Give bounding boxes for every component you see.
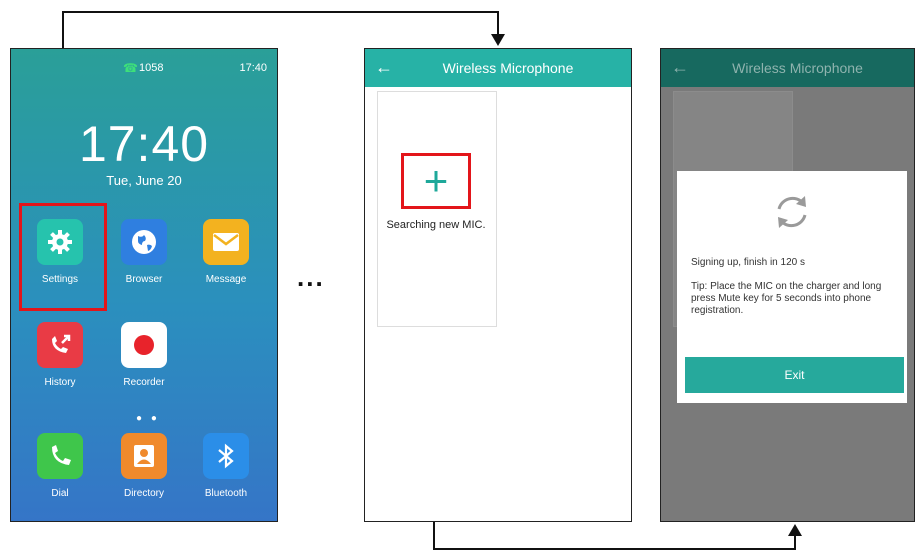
browser-app[interactable]: Browser (104, 219, 184, 285)
app-label: Recorder (123, 377, 165, 388)
registration-dialog-screen: ← Wireless Microphone Signing up, finish… (660, 48, 915, 522)
status-time: 17:40 (239, 62, 267, 74)
extension-number: 1058 (139, 62, 164, 74)
screen-title: Wireless Microphone (732, 60, 863, 76)
arrowhead-up (788, 524, 802, 536)
directory-app[interactable]: Directory (104, 433, 184, 499)
app-label: History (44, 377, 76, 388)
home-screen: ☎ 1058 17:40 17:40 Tue, June 20 Settings… (10, 48, 278, 522)
wireless-microphone-screen: ← Wireless Microphone + Searching new MI… (364, 48, 632, 522)
searching-text: Searching new MIC. (386, 219, 486, 231)
page-indicator: ● ● (136, 413, 160, 424)
contact-icon (121, 433, 167, 479)
settings-highlight (19, 203, 107, 311)
date: Tue, June 20 (106, 173, 182, 188)
mic-card[interactable] (377, 91, 497, 327)
message-app[interactable]: Message (186, 219, 266, 285)
app-label: Directory (123, 488, 164, 499)
record-icon (121, 322, 167, 368)
envelope-icon (203, 219, 249, 265)
app-label: Dial (51, 488, 69, 499)
title-bar: ← Wireless Microphone (365, 49, 631, 87)
signing-status: Signing up, finish in 120 s (691, 257, 805, 268)
screen-title: Wireless Microphone (442, 60, 574, 76)
title-bar: ← Wireless Microphone (661, 49, 914, 87)
missed-call-icon (37, 322, 83, 368)
add-highlight (401, 153, 471, 209)
phone-status-icon: ☎ (123, 61, 138, 75)
status-bar: ☎ 1058 17:40 (11, 49, 277, 87)
dial-app[interactable]: Dial (20, 433, 100, 499)
tip-text: Tip: Place the MIC on the charger and lo… (691, 281, 882, 316)
app-label: Browser (125, 274, 163, 285)
app-label: Bluetooth (204, 488, 248, 499)
registration-dialog: Signing up, finish in 120 s Tip: Place t… (677, 171, 907, 403)
history-app[interactable]: History (20, 322, 100, 388)
globe-icon (121, 219, 167, 265)
bluetooth-app[interactable]: Bluetooth (186, 433, 266, 499)
arrowhead-down (491, 34, 505, 46)
recorder-app[interactable]: Recorder (104, 322, 184, 388)
clock: 17:40 (78, 116, 210, 172)
ellipsis: ... (297, 262, 325, 292)
exit-button[interactable]: Exit (685, 357, 904, 393)
app-label: Message (205, 274, 247, 285)
phone-icon (37, 433, 83, 479)
refresh-icon (777, 196, 807, 228)
bluetooth-icon (203, 433, 249, 479)
